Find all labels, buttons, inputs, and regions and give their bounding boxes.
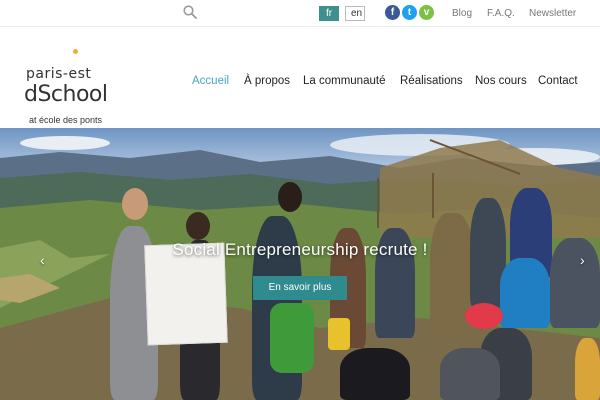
logo-line-1: paris-est [26, 66, 92, 82]
yellow-boots [328, 318, 350, 350]
viadeo-icon[interactable]: v [419, 5, 434, 20]
search-icon[interactable] [183, 5, 197, 19]
hero-slider: ‹ › Social Entrepreneurship recrute ! En… [0, 128, 600, 400]
person-head [465, 303, 503, 329]
hero-title: Social Entrepreneurship recrute ! [172, 240, 428, 259]
person-figure [575, 338, 600, 400]
green-bag [270, 303, 314, 373]
top-link-newsletter[interactable]: Newsletter [529, 8, 576, 19]
site-logo[interactable]: paris-est dSchool at école des ponts [12, 39, 122, 125]
top-link-faq[interactable]: F.A.Q. [487, 8, 515, 19]
logo-line-3: at école des ponts [29, 115, 103, 125]
person-head [278, 182, 302, 212]
nav-item-communaute[interactable]: La communauté [303, 75, 385, 87]
twitter-icon[interactable]: t [402, 5, 417, 20]
person-figure [440, 348, 500, 400]
nav-item-accueil[interactable]: Accueil [192, 75, 229, 87]
logo-dot-icon [73, 49, 78, 54]
en-savoir-plus-button[interactable]: En savoir plus [253, 276, 347, 300]
person-figure [500, 258, 550, 328]
logo-line-2: dSchool [24, 82, 108, 107]
nav-item-realisations[interactable]: Réalisations [400, 75, 463, 87]
nav-item-nos-cours[interactable]: Nos cours [475, 75, 527, 87]
top-utility-bar: fr en f t v Blog F.A.Q. Newsletter [0, 0, 600, 27]
top-link-blog[interactable]: Blog [452, 8, 472, 19]
language-fr-button[interactable]: fr [319, 6, 339, 21]
person-head [186, 212, 210, 240]
facebook-icon[interactable]: f [385, 5, 400, 20]
site-header: paris-est dSchool at école des ponts Acc… [0, 27, 600, 128]
person-head [122, 188, 148, 220]
nav-item-a-propos[interactable]: À propos [244, 75, 290, 87]
language-en-button[interactable]: en [345, 6, 365, 21]
nav-item-contact[interactable]: Contact [538, 75, 578, 87]
person-figure [340, 348, 410, 400]
